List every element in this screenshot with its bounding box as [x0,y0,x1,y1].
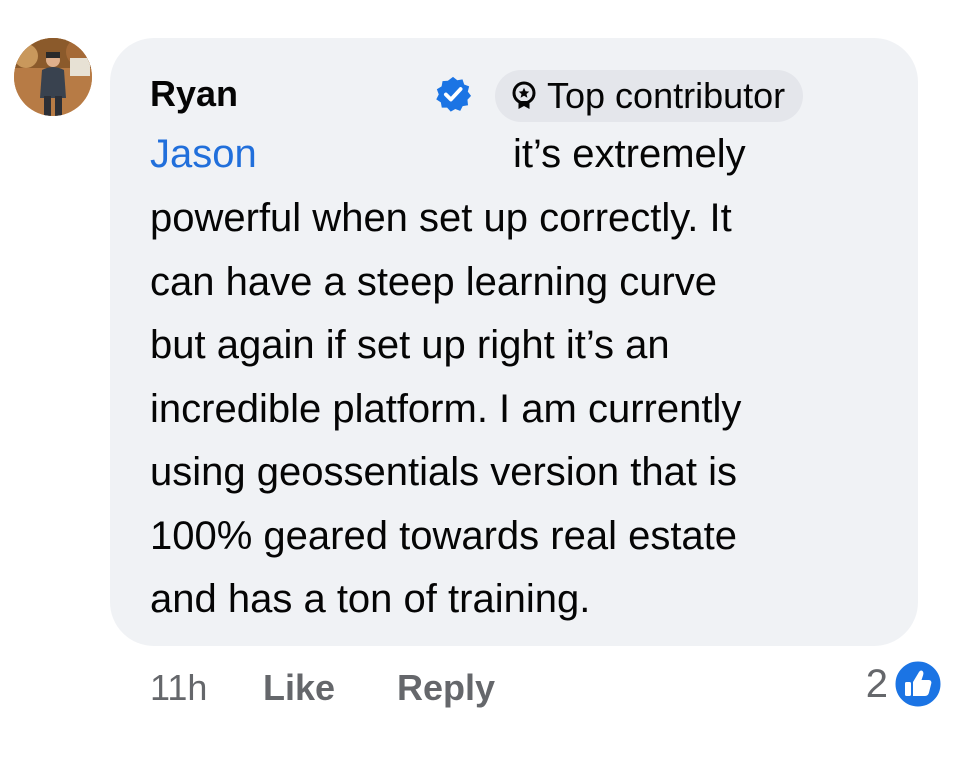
top-contributor-badge[interactable]: Top contributor [495,70,804,122]
reply-button[interactable]: Reply [397,666,495,710]
comment-text-line: using geossentials version that is [150,450,737,494]
comment-author[interactable]: Ryan [150,72,238,116]
reaction-summary[interactable]: 2 [866,658,944,710]
comment-text-line: and has a ton of training. [150,577,591,621]
comment-text-line: but again if set up right it’s an [150,323,670,367]
comment-text-line: can have a steep learning curve [150,260,718,304]
comment-text-line: powerful when set up correctly. It [150,196,732,240]
reaction-count: 2 [865,662,888,706]
comment-text-line: it’s extremely [513,132,746,176]
comment-text-line: 100% geared towards real estate [150,514,738,558]
badge-label: Top contributor [547,75,786,116]
verified-badge-icon [436,76,472,112]
comment-text-line: incredible platform. I am currently [150,387,742,431]
top-contributor-icon [512,81,536,109]
like-button[interactable]: Like [263,666,335,710]
mentioned-user-link[interactable]: Jason [150,129,257,179]
like-reaction-icon [892,658,944,710]
avatar-photo [14,38,92,116]
comment-timestamp[interactable]: 11h [150,666,207,710]
avatar[interactable] [14,38,92,116]
